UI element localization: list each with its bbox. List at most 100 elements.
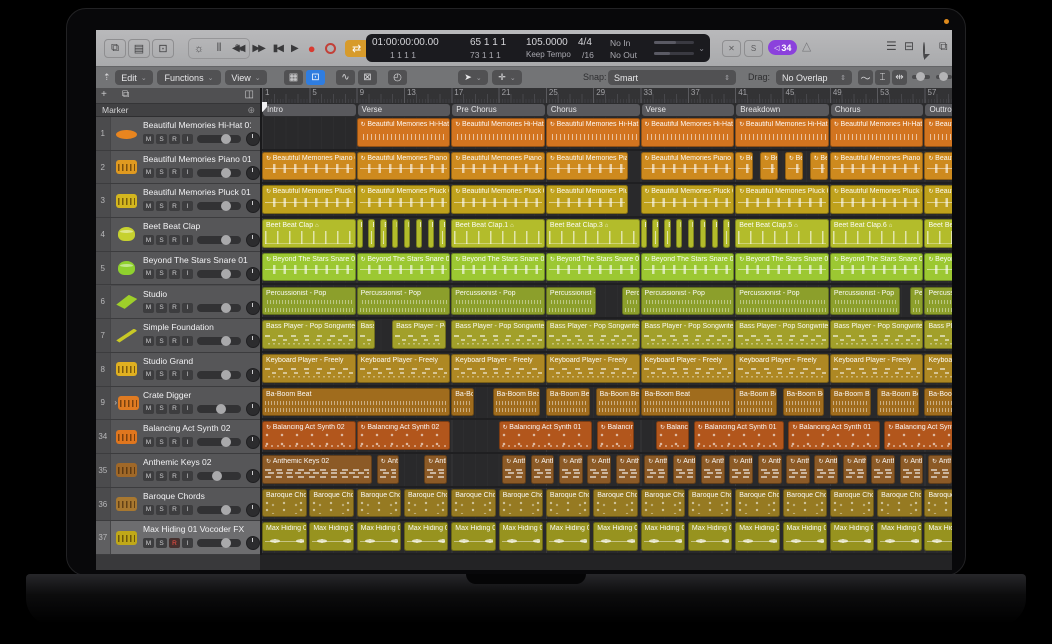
track-lane[interactable]: ↻ Beautiful Memories Hi-Hat 03.1↻ Beauti… bbox=[262, 117, 952, 151]
track-header[interactable]: 37Max Hiding 01 Vocoder FXMSRI bbox=[96, 521, 260, 555]
region[interactable]: ↻ Balancing Act Synth 01 bbox=[597, 421, 634, 450]
region[interactable]: Beet Beat Clap.3 ⌂ bbox=[546, 219, 640, 248]
catch-playhead-icon[interactable]: ⇡ bbox=[103, 72, 111, 83]
volume-slider[interactable] bbox=[197, 438, 241, 446]
record-enable-button[interactable]: R bbox=[169, 404, 180, 414]
region[interactable]: ↻ Beautiful Memories Hi-Hat 03.2 bbox=[830, 118, 924, 147]
pan-knob[interactable] bbox=[246, 267, 260, 281]
region[interactable]: Bass Player - Pop Songwriter bbox=[641, 320, 735, 349]
pan-knob[interactable] bbox=[246, 368, 260, 382]
region[interactable]: Baroque Chords bbox=[451, 489, 496, 518]
volume-slider[interactable] bbox=[197, 337, 241, 345]
track-lane[interactable]: ↻ Beyond The Stars Snare 01 ∞↻ Beyond Th… bbox=[262, 252, 952, 286]
region[interactable]: ↻ Balancing Act Synth 02 bbox=[262, 421, 356, 450]
waveform-zoom-icon[interactable]: 〜 bbox=[858, 70, 873, 85]
track-icon[interactable] bbox=[116, 362, 137, 376]
region[interactable]: Baroque Chords bbox=[404, 489, 449, 518]
region[interactable]: ↻ Anthemic Keys 02 bbox=[502, 455, 526, 484]
region[interactable]: Baroque Chords bbox=[309, 489, 354, 518]
track-name[interactable]: Anthemic Keys 02 bbox=[143, 457, 251, 467]
input-monitor-button[interactable]: I bbox=[182, 303, 193, 313]
record-enable-button[interactable]: R bbox=[169, 134, 180, 144]
track-lane[interactable]: ↻ Anthemic Keys 02↻ Anthemic Keys 02↻ An… bbox=[262, 454, 952, 488]
track-icon[interactable] bbox=[118, 227, 135, 241]
cycle-button[interactable]: ⇄ bbox=[345, 40, 369, 57]
region[interactable]: ↻ Beautiful Memories Pluck 02 bbox=[451, 185, 545, 214]
region[interactable]: ↻ Beautiful Memories Pluck 01 bbox=[262, 185, 356, 214]
volume-slider[interactable] bbox=[197, 135, 241, 143]
flex-icon[interactable]: ∿ bbox=[336, 70, 355, 85]
input-monitor-button[interactable]: I bbox=[182, 538, 193, 548]
region[interactable]: ↻ Anthemic Keys 02 bbox=[616, 455, 640, 484]
region[interactable]: Keyboard Player - Freely bbox=[830, 354, 924, 383]
solo-button[interactable]: S bbox=[156, 437, 167, 447]
mute-button[interactable]: M bbox=[143, 437, 154, 447]
track-lane[interactable]: Ba-Boom BeatBa-Boom BeatBa-Boom BeatBa-B… bbox=[262, 387, 952, 421]
region[interactable]: Percussionist - Pop bbox=[735, 287, 829, 316]
region[interactable]: ↻ Anthemic Keys 02 bbox=[701, 455, 725, 484]
bar-ruler[interactable]: 159131721252933374145495357 bbox=[262, 88, 952, 103]
solo-button[interactable]: S bbox=[156, 201, 167, 211]
mute-button[interactable]: M bbox=[143, 336, 154, 346]
record-enable-button[interactable]: R bbox=[169, 269, 180, 279]
solo-button[interactable]: S bbox=[156, 235, 167, 245]
solo-button[interactable]: S bbox=[156, 505, 167, 515]
region[interactable]: Max Hiding 01 Vocoder FX bbox=[546, 522, 591, 551]
horizontal-zoom-icon[interactable]: ⇹ bbox=[892, 70, 907, 85]
region[interactable]: Beet Beat Clap bbox=[664, 219, 670, 248]
region[interactable]: Beet Beat Clap.1 ⌂ bbox=[451, 219, 545, 248]
track-name[interactable]: Balancing Act Synth 02 bbox=[143, 423, 251, 433]
track-header[interactable]: 1Beautiful Memories Hi-Hat 01MSRI bbox=[96, 117, 260, 151]
mute-button[interactable]: M bbox=[143, 303, 154, 313]
pan-knob[interactable] bbox=[246, 132, 260, 146]
solo-button[interactable]: S bbox=[156, 134, 167, 144]
input-monitor-button[interactable]: I bbox=[182, 235, 193, 245]
region[interactable]: Max Hiding 01 Vocoder FX bbox=[357, 522, 402, 551]
region[interactable]: ↻ Anthemic Keys 02 bbox=[729, 455, 753, 484]
region[interactable]: Max Hiding 01 Vocoder FX bbox=[688, 522, 733, 551]
catch-icon[interactable]: ◴ bbox=[388, 70, 407, 85]
region[interactable]: Ba-Boom Beat bbox=[451, 388, 474, 417]
track-header[interactable]: 34Balancing Act Synth 02MSRI bbox=[96, 420, 260, 454]
notification-badge[interactable]: ◁34 bbox=[768, 40, 797, 55]
snap-dropdown[interactable]: Smart⇕ bbox=[608, 70, 736, 85]
track-header[interactable]: 36Baroque ChordsMSRI bbox=[96, 488, 260, 522]
mute-button[interactable]: M bbox=[143, 370, 154, 380]
track-icon[interactable] bbox=[116, 295, 137, 309]
forward-button[interactable]: ▶▶ bbox=[252, 43, 263, 54]
mute-button[interactable]: M bbox=[143, 235, 154, 245]
input-monitor-button[interactable]: I bbox=[182, 370, 193, 380]
mute-button[interactable]: M bbox=[143, 471, 154, 481]
region[interactable]: Beet Beat Clap.6 ⌂ bbox=[830, 219, 924, 248]
track-header[interactable]: 3Beautiful Memories Pluck 01MSRI bbox=[96, 184, 260, 218]
solo-button[interactable]: S bbox=[156, 404, 167, 414]
region[interactable]: Beet Beat Clap bbox=[641, 219, 647, 248]
volume-slider[interactable] bbox=[197, 405, 241, 413]
track-header[interactable]: 8Studio GrandMSRI bbox=[96, 353, 260, 387]
record-enable-button[interactable]: R bbox=[169, 505, 180, 515]
region[interactable]: Percussionist - Pop bbox=[910, 287, 923, 316]
region[interactable]: ↻ Anthemic Keys 02 bbox=[377, 455, 400, 484]
track-name[interactable]: Max Hiding 01 Vocoder FX bbox=[143, 524, 251, 534]
region[interactable]: ↻ Balancing Act Synth 02 bbox=[357, 421, 451, 450]
region[interactable]: Bass Player - Pop Songwriter bbox=[546, 320, 640, 349]
track-lane[interactable]: Keyboard Player - Freely Keyboard Player … bbox=[262, 353, 952, 387]
input-monitor-button[interactable]: I bbox=[182, 134, 193, 144]
region[interactable]: Beet Beat Clap bbox=[392, 219, 398, 248]
region[interactable]: Bass Player - Pop Songwriter bbox=[357, 320, 375, 349]
track-name[interactable]: Beautiful Memories Pluck 01 bbox=[143, 187, 251, 197]
region[interactable]: Baroque Chords bbox=[593, 489, 638, 518]
s-button[interactable]: S bbox=[744, 40, 763, 57]
horizontal-zoom-slider[interactable] bbox=[936, 75, 952, 79]
input-monitor-button[interactable]: I bbox=[182, 201, 193, 211]
pan-knob[interactable] bbox=[246, 435, 260, 449]
solo-button[interactable]: S bbox=[156, 370, 167, 380]
region[interactable]: ↻ Beautiful Memories Piano 01.2 bbox=[830, 152, 924, 181]
track-name[interactable]: Crate Digger bbox=[143, 390, 251, 400]
region[interactable]: Keyboard Player - Freely bbox=[357, 354, 451, 383]
track-icon[interactable] bbox=[116, 194, 137, 208]
mute-button[interactable]: M bbox=[143, 134, 154, 144]
command-tool-menu[interactable]: ✛⌄ bbox=[492, 70, 522, 85]
play-button[interactable]: ▶ bbox=[291, 43, 299, 54]
input-monitor-button[interactable]: I bbox=[182, 336, 193, 346]
